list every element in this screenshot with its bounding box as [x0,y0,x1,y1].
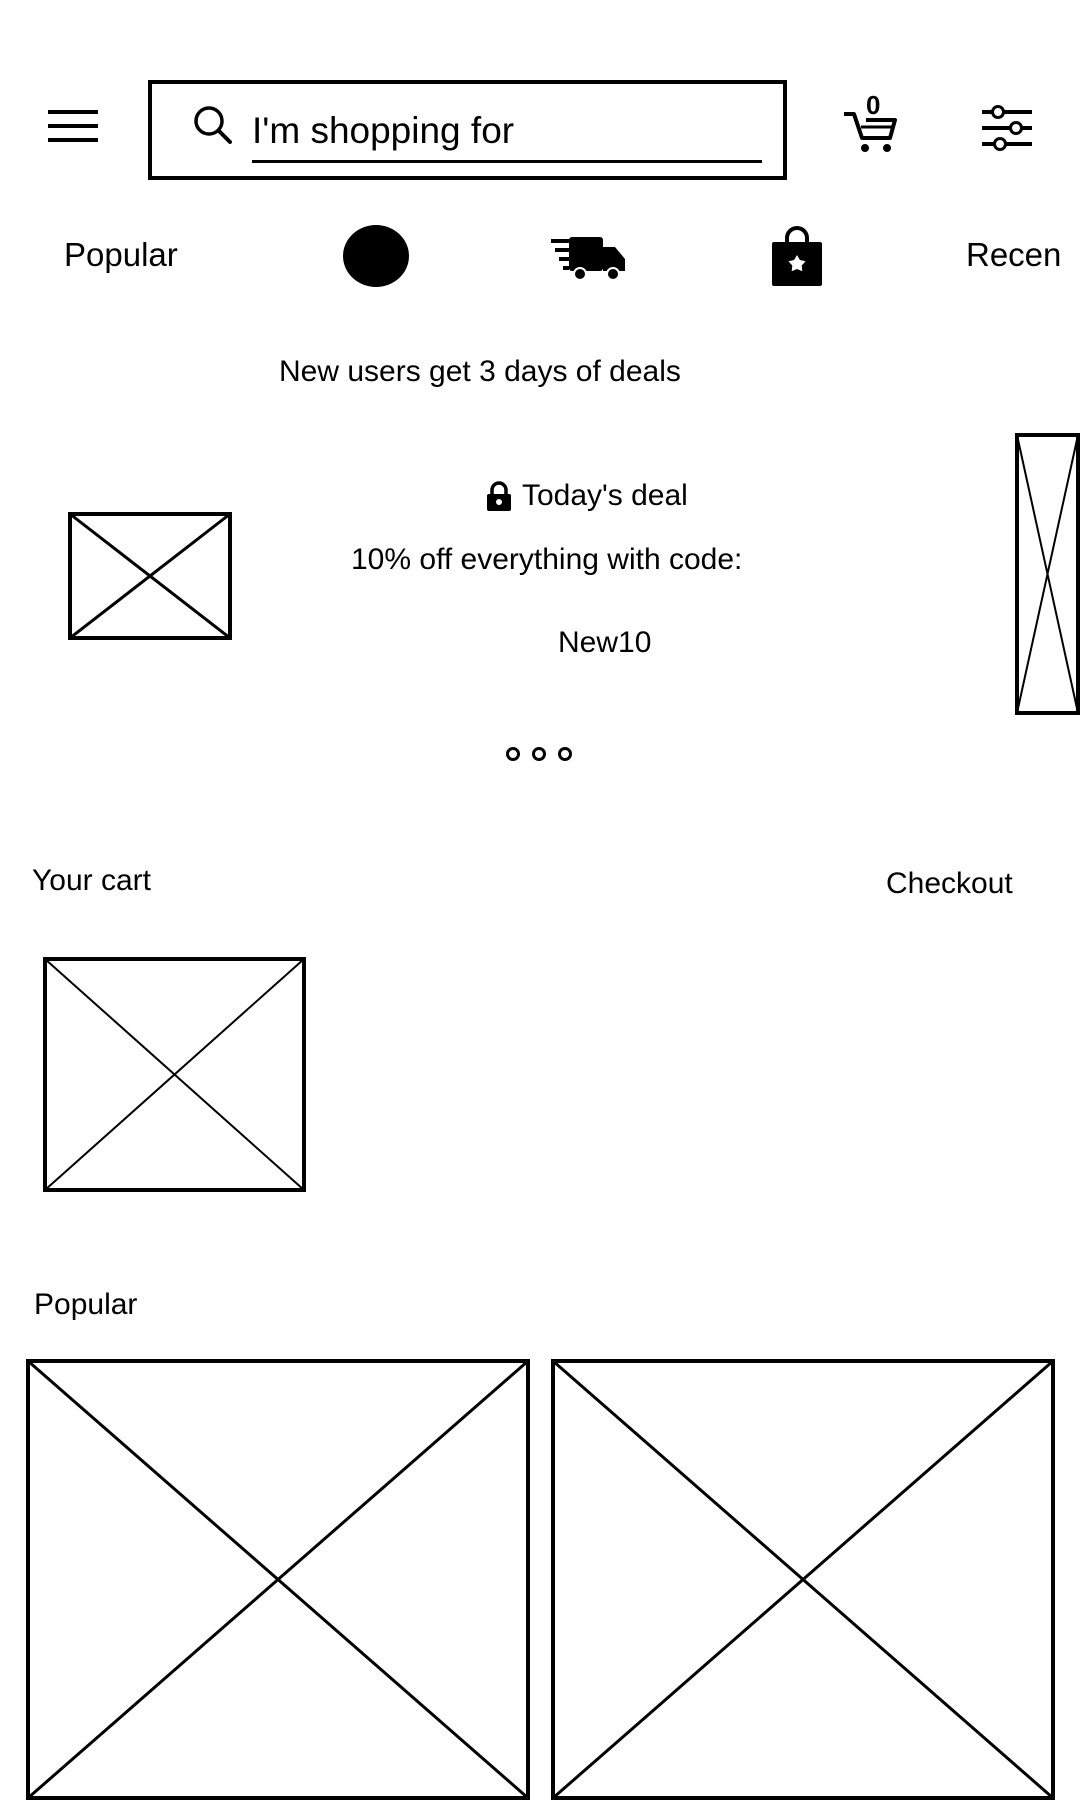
checkout-button[interactable]: Checkout [886,867,1013,901]
cart-button[interactable]: 0 [842,90,900,154]
carousel-dot[interactable] [558,747,572,761]
circle-icon[interactable] [343,225,409,287]
deal-title-row: Today's deal [486,476,688,516]
carousel-dot[interactable] [532,747,546,761]
cart-item-image[interactable] [43,957,306,1192]
popular-product-image[interactable] [26,1359,530,1800]
promo-image-left[interactable] [68,512,232,640]
deal-description: 10% off everything with code: [351,543,743,576]
menu-icon[interactable] [46,108,100,144]
popular-product-image[interactable] [551,1359,1055,1800]
category-popular[interactable]: Popular [64,236,178,274]
deal-title: Today's deal [522,479,688,512]
search-input[interactable] [252,102,762,163]
filter-sliders-icon[interactable] [980,104,1034,152]
cart-section-title: Your cart [32,864,151,897]
category-recent[interactable]: Recen [966,236,1061,274]
promo-image-right[interactable] [1015,433,1080,715]
shopping-bag-star-icon[interactable] [770,226,824,286]
search-icon[interactable] [192,104,234,146]
lock-icon [486,481,512,511]
cart-count-badge: 0 [866,90,881,120]
popular-section-title: Popular [34,1288,138,1321]
promo-code[interactable]: New10 [558,626,651,660]
search-bar[interactable] [148,80,787,180]
carousel-dot[interactable] [506,747,520,761]
carousel-dots [506,747,572,761]
fast-delivery-truck-icon[interactable] [549,233,627,281]
promo-headline: New users get 3 days of deals [279,355,681,388]
